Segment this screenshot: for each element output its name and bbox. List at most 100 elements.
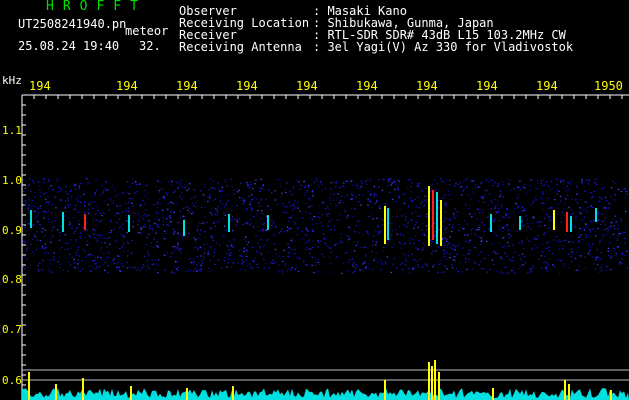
noise-speck bbox=[112, 260, 114, 262]
noise-speck bbox=[158, 226, 160, 228]
noise-speck bbox=[102, 253, 105, 255]
noise-speck bbox=[477, 254, 480, 256]
noise-speck bbox=[415, 211, 417, 213]
noise-speck bbox=[292, 237, 294, 239]
noise-speck bbox=[57, 191, 59, 193]
noise-speck bbox=[207, 196, 209, 198]
noise-speck bbox=[246, 182, 248, 184]
noise-speck bbox=[198, 262, 200, 264]
noise-speck bbox=[530, 228, 532, 230]
noise-speck bbox=[511, 270, 513, 272]
noise-speck bbox=[449, 253, 452, 255]
noise-speck bbox=[290, 248, 292, 250]
noise-speck bbox=[614, 215, 617, 217]
noise-speck bbox=[213, 199, 215, 201]
noise-speck bbox=[520, 239, 523, 241]
noise-speck bbox=[224, 225, 226, 227]
noise-speck bbox=[229, 249, 231, 251]
noise-speck bbox=[431, 183, 433, 185]
noise-speck bbox=[356, 241, 359, 243]
noise-speck bbox=[170, 271, 173, 273]
noise-speck bbox=[26, 240, 29, 242]
noise-speck bbox=[136, 269, 138, 271]
noise-speck bbox=[84, 250, 87, 252]
noise-speck bbox=[259, 230, 261, 232]
noise-speck bbox=[567, 189, 570, 191]
noise-speck bbox=[200, 268, 202, 270]
noise-speck bbox=[301, 231, 303, 233]
noise-speck bbox=[103, 212, 105, 214]
noise-speck bbox=[121, 191, 124, 194]
noise-speck bbox=[603, 187, 606, 189]
noise-speck bbox=[249, 200, 251, 202]
noise-speck bbox=[499, 242, 501, 244]
noise-speck bbox=[497, 185, 499, 187]
noise-speck bbox=[132, 220, 134, 223]
noise-speck bbox=[569, 183, 572, 185]
noise-speck bbox=[423, 232, 425, 234]
noise-speck bbox=[453, 256, 456, 258]
noise-speck bbox=[309, 217, 311, 219]
noise-speck bbox=[198, 222, 201, 224]
noise-speck bbox=[278, 269, 280, 271]
noise-speck bbox=[131, 202, 133, 204]
noise-speck bbox=[61, 246, 63, 248]
noise-speck bbox=[241, 203, 243, 205]
noise-speck bbox=[34, 196, 36, 198]
noise-speck bbox=[200, 222, 203, 224]
noise-speck bbox=[64, 234, 67, 236]
noise-speck bbox=[277, 178, 279, 181]
noise-speck bbox=[233, 245, 235, 247]
meteor-echo bbox=[436, 192, 438, 244]
noise-speck bbox=[617, 237, 619, 240]
noise-speck bbox=[571, 253, 574, 256]
noise-speck bbox=[412, 199, 414, 201]
noise-speck bbox=[260, 212, 263, 214]
noise-speck bbox=[180, 241, 183, 243]
noise-speck bbox=[574, 226, 576, 228]
noise-speck bbox=[616, 239, 619, 241]
noise-speck bbox=[584, 256, 587, 258]
noise-speck bbox=[407, 222, 409, 224]
noise-speck bbox=[170, 212, 173, 214]
noise-speck bbox=[204, 206, 207, 208]
noise-speck bbox=[408, 250, 411, 252]
noise-speck bbox=[191, 202, 194, 204]
noise-speck bbox=[132, 267, 135, 269]
noise-speck bbox=[487, 254, 490, 256]
noise-speck bbox=[389, 238, 391, 240]
noise-speck bbox=[364, 262, 366, 264]
noise-speck bbox=[227, 200, 229, 202]
noise-speck bbox=[440, 263, 442, 265]
noise-speck bbox=[511, 260, 513, 262]
noise-speck bbox=[292, 203, 294, 205]
noise-speck bbox=[82, 227, 84, 229]
noise-speck bbox=[523, 183, 526, 186]
noise-speck bbox=[336, 197, 338, 199]
noise-speck bbox=[74, 262, 76, 264]
noise-speck bbox=[624, 188, 626, 190]
noise-speck bbox=[82, 249, 85, 251]
noise-speck bbox=[486, 240, 488, 242]
noise-speck bbox=[617, 228, 619, 230]
noise-speck bbox=[512, 244, 514, 246]
noise-speck bbox=[626, 193, 629, 196]
meteor-echo bbox=[490, 214, 492, 232]
noise-speck bbox=[441, 237, 444, 239]
noise-speck bbox=[389, 178, 392, 180]
noise-speck bbox=[123, 236, 126, 238]
noise-speck bbox=[404, 193, 406, 195]
noise-speck bbox=[146, 259, 149, 261]
noise-speck bbox=[519, 180, 521, 182]
noise-speck bbox=[371, 251, 373, 253]
noise-speck bbox=[475, 184, 477, 186]
noise-speck bbox=[398, 180, 400, 182]
noise-speck bbox=[158, 190, 161, 192]
noise-speck bbox=[459, 186, 461, 188]
noise-speck bbox=[538, 221, 540, 223]
noise-speck bbox=[216, 214, 218, 216]
noise-speck bbox=[514, 204, 517, 206]
noise-speck bbox=[243, 203, 245, 205]
noise-speck bbox=[126, 267, 129, 269]
noise-speck bbox=[113, 263, 115, 265]
